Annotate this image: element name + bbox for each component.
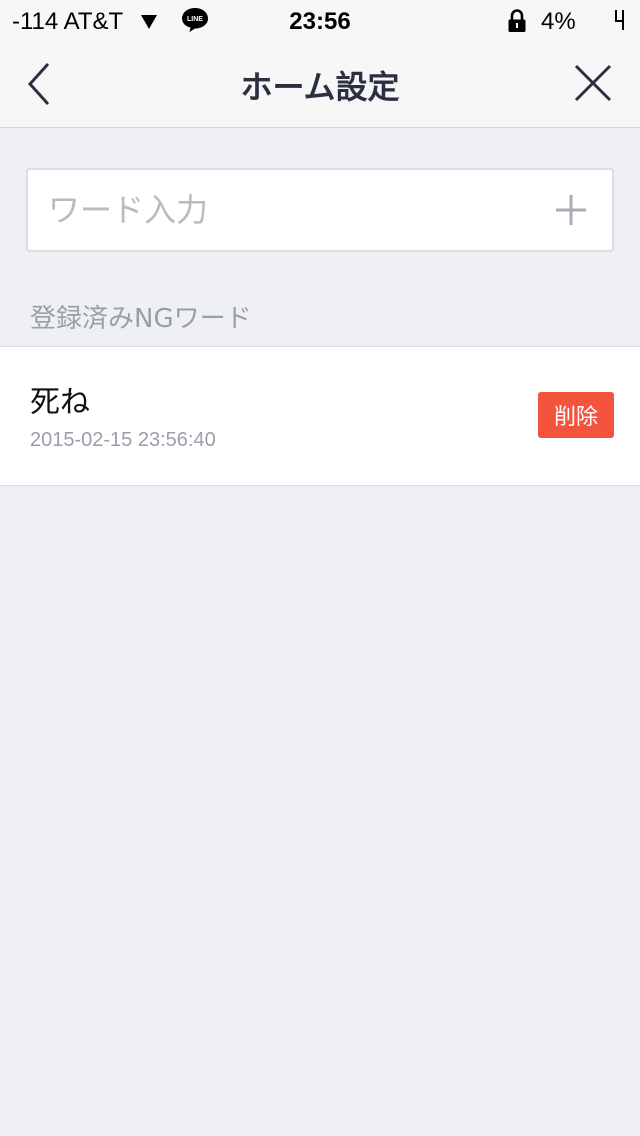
screen: -114 AT&T LINE 23:56 4% ホーム設定 ワード入力 登録済み…: [0, 0, 640, 1136]
word-input-box: [26, 168, 614, 252]
ng-word: 死ね: [30, 385, 90, 420]
close-icon[interactable]: [572, 62, 614, 104]
battery-percent: 4%: [541, 8, 576, 35]
ng-word-list: 死ね 2015-02-15 23:56:40 削除: [0, 346, 640, 486]
status-bar: -114 AT&T LINE 23:56 4%: [0, 0, 640, 40]
charge-icon: [615, 10, 624, 30]
ng-word-date: 2015-02-15 23:56:40: [30, 429, 216, 451]
lock-icon: [508, 9, 526, 32]
nav-bar: ホーム設定: [0, 40, 640, 128]
plus-icon[interactable]: [554, 193, 588, 227]
word-input[interactable]: [48, 180, 528, 240]
section-label: 登録済みNGワード: [30, 304, 252, 334]
page-title: ホーム設定: [240, 68, 400, 106]
delete-button[interactable]: 削除: [538, 392, 614, 438]
